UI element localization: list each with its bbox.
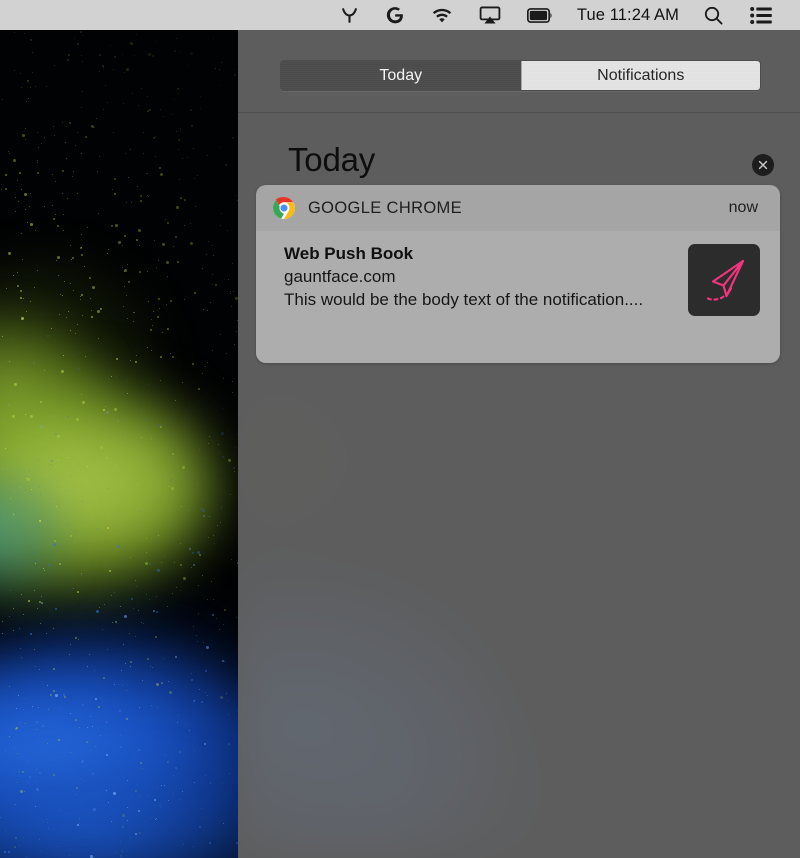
close-icon[interactable] — [752, 154, 774, 176]
notification-card[interactable]: GOOGLE CHROME now Web Push Book gauntfac… — [256, 185, 780, 363]
notification-text-block: Web Push Book gauntface.com This would b… — [284, 243, 650, 312]
search-icon[interactable] — [690, 0, 737, 30]
notification-message: This would be the body text of the notif… — [284, 289, 644, 309]
menu-bar-clock[interactable]: Tue 11:24 AM — [566, 0, 690, 30]
desktop-wallpaper — [0, 30, 238, 858]
paper-plane-icon — [706, 259, 745, 301]
wallpaper-particles — [0, 30, 238, 858]
notification-timestamp: now — [728, 199, 758, 216]
notification-center-icon[interactable] — [737, 0, 786, 30]
airplay-icon[interactable] — [466, 0, 514, 30]
notification-app-name: GOOGLE CHROME — [308, 198, 462, 217]
notification-title: Web Push Book — [284, 244, 414, 263]
notification-center-panel: Today Notifications Today GOOGLE CHROME … — [238, 30, 800, 858]
segmented-control: Today Notifications — [280, 60, 761, 91]
fork-icon[interactable] — [327, 0, 372, 30]
tab-bar: Today Notifications — [238, 30, 800, 112]
tab-notifications[interactable]: Notifications — [520, 61, 760, 90]
menu-bar: Tue 11:24 AM — [0, 0, 800, 30]
wifi-icon[interactable] — [418, 0, 466, 30]
notification-body: Web Push Book gauntface.com This would b… — [256, 231, 780, 363]
notification-header: GOOGLE CHROME now — [256, 185, 780, 231]
google-icon[interactable] — [372, 0, 418, 30]
notification-thumbnail — [688, 244, 760, 316]
battery-icon[interactable] — [514, 0, 566, 30]
screen: Tue 11:24 AM Today Notifications Today G… — [0, 0, 800, 858]
tab-divider — [238, 112, 800, 113]
tab-today[interactable]: Today — [281, 61, 521, 90]
notification-subtitle: gauntface.com — [284, 266, 396, 286]
page-title: Today — [288, 141, 376, 178]
panel-content: Today Notifications Today GOOGLE CHROME … — [238, 30, 800, 858]
chrome-icon — [273, 197, 295, 219]
